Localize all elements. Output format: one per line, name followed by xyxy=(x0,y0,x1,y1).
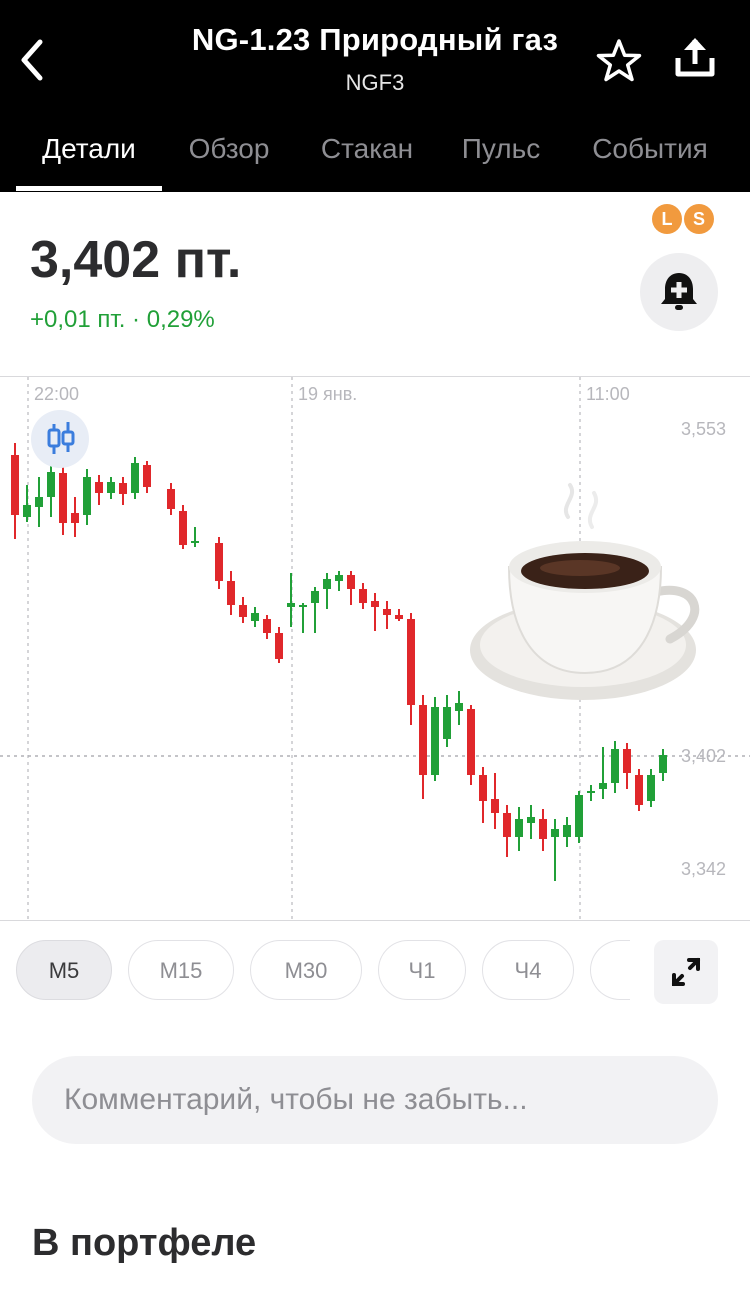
candle-body xyxy=(191,541,199,543)
candle-body xyxy=(515,819,523,837)
price-axis-label: 3,342 xyxy=(681,859,726,879)
candlestick-icon xyxy=(47,422,75,454)
candle-body xyxy=(395,615,403,619)
candle-body xyxy=(107,482,115,493)
candle-body xyxy=(455,703,463,711)
candle-body xyxy=(11,455,19,515)
candle-body xyxy=(71,513,79,523)
indicators-button[interactable] xyxy=(31,410,89,468)
tab-events[interactable]: События xyxy=(578,126,722,192)
candle-body xyxy=(335,575,343,581)
price-axis-label: 3,402 xyxy=(681,746,726,766)
tab-order-book[interactable]: Стакан xyxy=(306,126,428,192)
candle-body xyxy=(599,783,607,789)
short-badge: S xyxy=(684,204,714,234)
candle-body xyxy=(407,619,415,705)
candle-body xyxy=(227,581,235,605)
candle-body xyxy=(323,579,331,589)
app-header: NG-1.23 Природный газ NGF3 Детали Обзор … xyxy=(0,0,750,192)
timeframe-selector: M5 M15 M30 Ч1 Ч4 xyxy=(0,940,750,1004)
expand-icon xyxy=(672,958,700,986)
share-button[interactable] xyxy=(670,34,720,84)
candle-body xyxy=(467,709,475,775)
candle-body xyxy=(95,482,103,493)
candle-body xyxy=(47,472,55,497)
active-tab-indicator xyxy=(16,186,162,191)
portfolio-section-title: В портфеле xyxy=(32,1222,257,1264)
candle-body xyxy=(239,605,247,617)
candle-body xyxy=(287,603,295,607)
timeframe-h1[interactable]: Ч1 xyxy=(378,940,466,1000)
candle-body xyxy=(215,543,223,581)
candle-body xyxy=(131,463,139,493)
candle-body xyxy=(431,707,439,775)
candle-body xyxy=(275,633,283,659)
candle-body xyxy=(299,605,307,607)
candle-body xyxy=(347,575,355,589)
comment-input[interactable]: Комментарий, чтобы не забыть... xyxy=(32,1056,718,1144)
current-price: 3,402 пт. xyxy=(30,231,242,289)
candle-body xyxy=(119,483,127,494)
candle-body xyxy=(251,613,259,621)
coffee-cup-icon xyxy=(470,483,700,700)
candle-body xyxy=(611,749,619,783)
candle-body xyxy=(623,749,631,773)
long-badge: L xyxy=(652,204,682,234)
candle-body xyxy=(563,825,571,837)
price-chart[interactable]: 22:00 19 янв. 11:00 3,553 3,402 3,342 xyxy=(0,376,750,921)
time-label: 22:00 xyxy=(34,384,79,404)
candle-body xyxy=(647,775,655,801)
timeframe-m15[interactable]: M15 xyxy=(128,940,234,1000)
timeframe-m5[interactable]: M5 xyxy=(16,940,112,1000)
favorite-button[interactable] xyxy=(594,36,644,86)
tab-pulse[interactable]: Пульс xyxy=(448,126,554,192)
candle-body xyxy=(587,791,595,793)
candle-body xyxy=(527,817,535,823)
bell-plus-icon xyxy=(661,273,697,310)
star-icon xyxy=(596,39,642,82)
timeframe-h4[interactable]: Ч4 xyxy=(482,940,574,1000)
quote-panel: 3,402 пт. +0,01 пт. · 0,29% L S xyxy=(0,192,750,376)
candle-body xyxy=(83,477,91,515)
candle-body xyxy=(167,489,175,509)
candle-body xyxy=(359,589,367,603)
candle-body xyxy=(659,755,667,773)
candle-body xyxy=(479,775,487,801)
candle-body xyxy=(383,609,391,615)
candle-body xyxy=(503,813,511,837)
candle-body xyxy=(491,799,499,813)
price-alert-button[interactable] xyxy=(640,253,718,331)
candle-body xyxy=(575,795,583,837)
candle-body xyxy=(59,473,67,523)
candle-body xyxy=(23,505,31,517)
candle-body xyxy=(443,707,451,739)
candle-body xyxy=(35,497,43,507)
time-label: 11:00 xyxy=(586,384,630,404)
candle-body xyxy=(551,829,559,837)
tab-details[interactable]: Детали xyxy=(16,126,162,192)
candle-body xyxy=(635,775,643,805)
timeframe-more[interactable] xyxy=(590,940,630,1000)
timeframe-m30[interactable]: M30 xyxy=(250,940,362,1000)
fullscreen-button[interactable] xyxy=(654,940,718,1004)
candle-body xyxy=(419,705,427,775)
candle-body xyxy=(179,511,187,545)
candle-body xyxy=(263,619,271,633)
candlestick-chart[interactable]: 22:00 19 янв. 11:00 3,553 3,402 3,342 xyxy=(0,377,750,920)
price-change: +0,01 пт. · 0,29% xyxy=(30,306,215,333)
candle-body xyxy=(371,601,379,607)
candle-body xyxy=(311,591,319,603)
candle-body xyxy=(143,465,151,487)
tab-overview[interactable]: Обзор xyxy=(170,126,288,192)
candle-body xyxy=(539,819,547,839)
price-axis-label: 3,553 xyxy=(681,419,726,439)
time-label: 19 янв. xyxy=(298,384,357,404)
tab-bar: Детали Обзор Стакан Пульс События xyxy=(0,126,750,192)
share-icon xyxy=(675,38,715,77)
